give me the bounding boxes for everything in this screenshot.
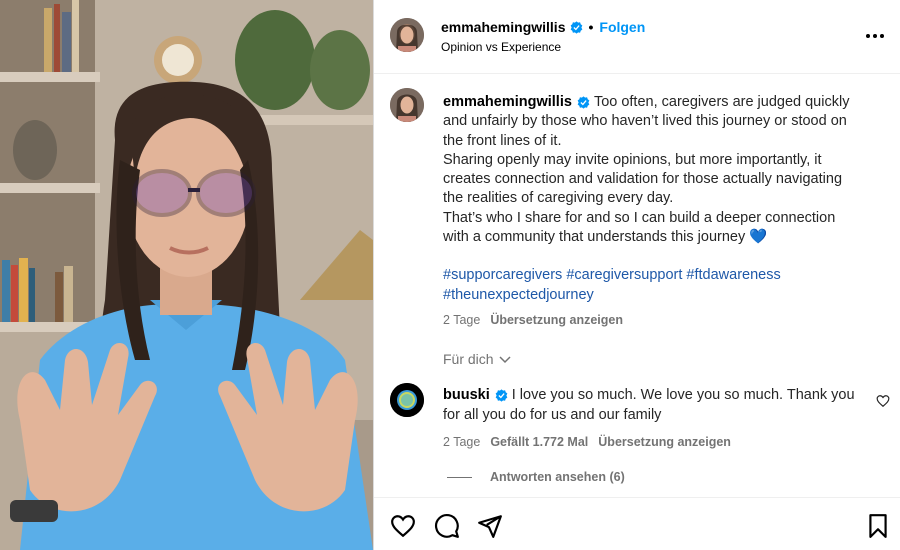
caption-text-line: Too often, caregivers are judged quickly [593, 94, 850, 110]
separator-dot: • [588, 19, 594, 35]
caption-text-line: Sharing openly may invite opinions, but … [443, 151, 822, 168]
view-replies-label: Antworten ansehen (6) [490, 470, 625, 484]
heart-icon[interactable] [876, 394, 890, 408]
heart-icon[interactable] [390, 513, 416, 539]
for-you-label: Für dich [443, 351, 494, 367]
post-action-bar [374, 497, 900, 550]
see-translation-button[interactable]: Übersetzung anzeigen [490, 311, 623, 330]
caption-timestamp[interactable]: 2 Tage [443, 311, 480, 330]
caption-text-line: That’s who I share for and so I can buil… [443, 209, 836, 226]
comment-likes[interactable]: Gefällt 1.772 Mal [490, 432, 588, 452]
hashtag-links[interactable]: #supporcaregivers #caregiversupport #ftd… [443, 267, 781, 283]
caption-text-line: and unfairly by those who haven’t lived … [443, 113, 847, 130]
post-header: emmahemingwillis • Folgen Opinion vs Exp… [374, 0, 900, 74]
replies-divider-line [447, 476, 472, 478]
video-frame-illustration [0, 0, 373, 550]
verified-badge-icon [495, 388, 508, 402]
commenter-username[interactable]: buuski [443, 387, 490, 403]
author-username[interactable]: emmahemingwillis [441, 19, 565, 35]
commenter-avatar[interactable] [390, 383, 424, 417]
view-replies-button[interactable]: Antworten ansehen (6) [447, 470, 625, 484]
share-icon[interactable] [477, 513, 503, 539]
chevron-down-icon [499, 356, 511, 364]
verified-badge-icon [571, 20, 583, 34]
caption-text-line: the realities of caregiving every day. [443, 190, 674, 207]
comment-timestamp[interactable]: 2 Tage [443, 432, 480, 452]
caption-text-line: with a community that understands this j… [443, 229, 768, 246]
caption-text-line: the front lines of it. [443, 132, 562, 149]
more-options-icon[interactable] [863, 24, 887, 48]
hashtag-link[interactable]: #theunexpectedjourney [443, 287, 594, 303]
verified-badge-icon [577, 95, 590, 109]
author-row: emmahemingwillis • Folgen [441, 19, 645, 35]
comment-text-line: I love you so much. We love you so much.… [511, 387, 855, 403]
caption-body: emmahemingwillis Too often, caregivers ar… [443, 93, 883, 330]
post-audio-subtitle[interactable]: Opinion vs Experience [441, 40, 561, 54]
post-side-panel: emmahemingwillis • Folgen Opinion vs Exp… [373, 0, 900, 550]
comment-body: buuski I love you so much. We love you so… [443, 385, 863, 452]
caption-username[interactable]: emmahemingwillis [443, 94, 572, 110]
for-you-sort[interactable]: Für dich [443, 351, 511, 367]
post-media[interactable] [0, 0, 373, 550]
see-translation-button[interactable]: Übersetzung anzeigen [598, 432, 731, 452]
caption-text-line: creates connection and validation for th… [443, 171, 843, 188]
comment-text-line: for all you do for us and our family [443, 407, 662, 423]
bookmark-icon[interactable] [865, 513, 891, 539]
comment-icon[interactable] [434, 513, 460, 539]
follow-button[interactable]: Folgen [599, 19, 645, 35]
caption-author-avatar[interactable] [390, 88, 424, 122]
author-avatar[interactable] [390, 18, 424, 52]
